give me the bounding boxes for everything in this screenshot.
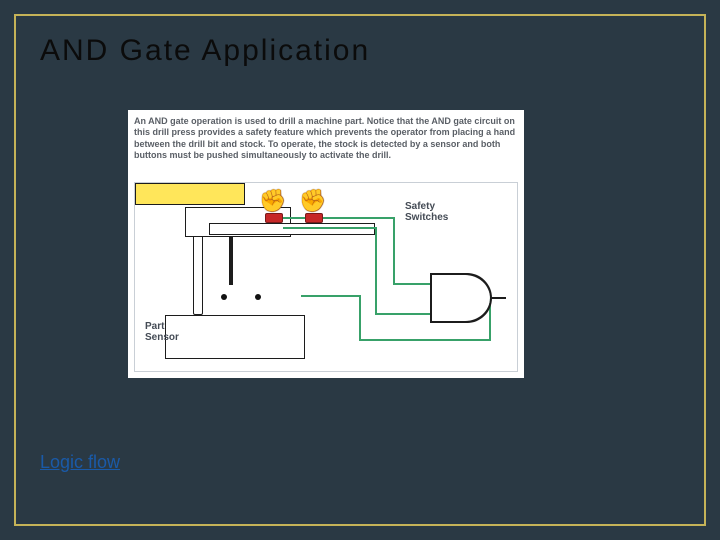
wire [301,295,361,297]
gate-output-wire [490,297,506,299]
drill-crossbar [209,223,375,235]
sensor-dot-icon [221,294,227,300]
diagram-figure: An AND gate operation is used to drill a… [128,110,524,378]
safety-button-2 [305,213,323,223]
wire [323,217,395,219]
label-safety-switches: Safety Switches [405,201,475,223]
figure-description: An AND gate operation is used to drill a… [134,116,518,161]
wire [393,217,395,285]
logic-flow-link[interactable]: Logic flow [40,452,120,473]
and-gate-icon [430,273,490,323]
drill-bit [229,237,233,285]
stock-piece [135,183,245,205]
wire [283,227,377,229]
wire [375,313,430,315]
wire [375,227,377,315]
wire [359,295,361,341]
diagram-stage: ✊ ✊ Safety Switches Part Sensor [134,182,518,372]
label-part-sensor: Part Sensor [145,321,195,343]
wire [283,217,305,219]
safety-button-1 [265,213,283,223]
wire [359,339,491,341]
fist-icon: ✊ [259,188,286,214]
slide-title: AND Gate Application [40,34,370,68]
wire [393,283,430,285]
fist-icon: ✊ [299,188,326,214]
sensor-dot-icon [255,294,261,300]
